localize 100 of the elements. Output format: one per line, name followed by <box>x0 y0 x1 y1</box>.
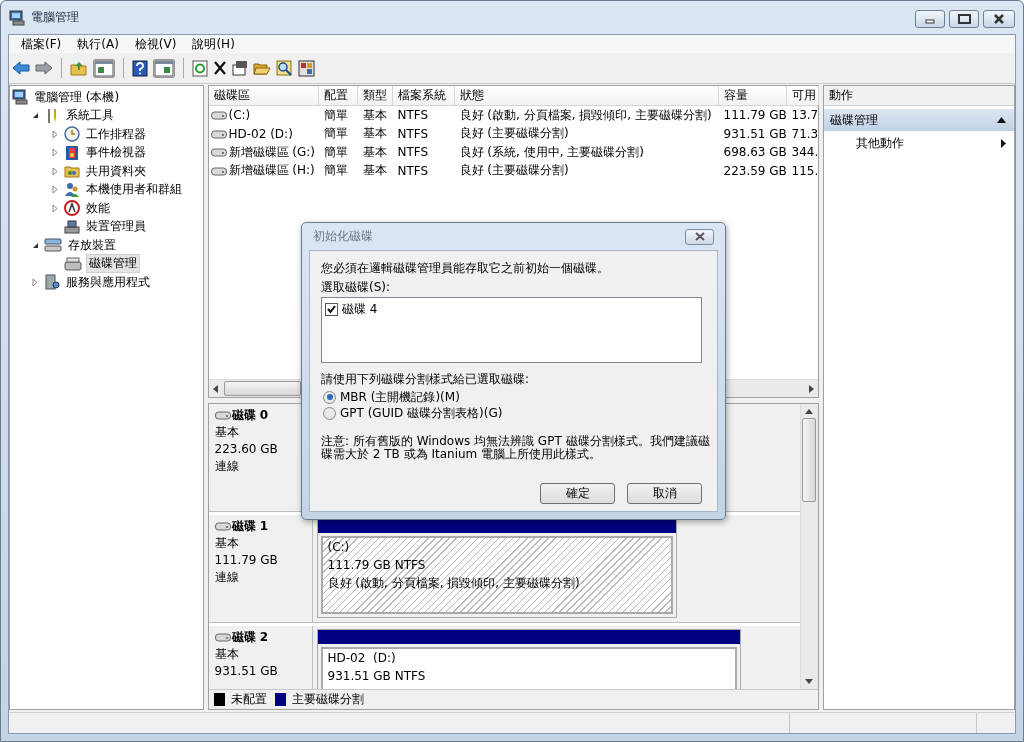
tree-item[interactable]: 共用資料夾 <box>84 162 148 180</box>
tree-item[interactable]: 電腦管理 (本機) <box>32 88 122 106</box>
table-cell-text: 良好 (啟動, 分頁檔案, 損毀傾印, 主要磁碟分割) <box>458 106 713 124</box>
table-cell-text: 良好 (主要磁碟分割) <box>458 125 570 143</box>
volume-name[interactable]: HD-02 (D:) <box>228 126 293 141</box>
ok-button[interactable]: 確定 <box>540 483 615 504</box>
list-item[interactable]: 磁碟 4 <box>342 301 378 318</box>
column-header[interactable]: 類型 <box>357 86 393 105</box>
cancel-button[interactable]: 取消 <box>627 483 702 504</box>
column-header[interactable]: 磁碟區 <box>208 86 319 105</box>
tree-item[interactable]: 效能 <box>84 199 112 217</box>
disk-name: 磁碟 2 <box>231 630 269 644</box>
close-icon <box>992 14 1006 24</box>
radio-button[interactable] <box>323 390 336 404</box>
collapsed-arrow-icon[interactable] <box>52 203 58 213</box>
search-icon[interactable] <box>276 59 293 77</box>
column-header[interactable]: 狀態 <box>454 86 719 105</box>
drive-icon <box>210 147 227 158</box>
collapsed-arrow-icon[interactable] <box>52 148 58 158</box>
drive-icon <box>214 632 231 642</box>
radio-label[interactable]: GPT (GUID 磁碟分割表格)(G) <box>340 404 503 422</box>
users-icon <box>64 181 80 198</box>
table-cell-text: 基本 <box>361 125 388 143</box>
settings-icon[interactable] <box>298 59 315 77</box>
scroll-thumb[interactable] <box>223 381 301 396</box>
tree-item[interactable]: 存放裝置 <box>66 236 118 254</box>
disk-size: 111.79 GB <box>214 553 279 567</box>
forward-icon[interactable] <box>35 59 53 77</box>
tree-item[interactable]: 裝置管理員 <box>84 218 148 236</box>
refresh-icon[interactable] <box>192 59 208 77</box>
disk-type: 基本 <box>214 425 240 439</box>
menu-item[interactable]: 檔案(F) <box>13 35 70 53</box>
column-header[interactable]: 容量 <box>718 86 787 105</box>
partition-status: 良好 (啟動, 分頁檔案, 損毀傾印, 主要磁碟分割) <box>327 576 581 590</box>
menu-item[interactable]: 檢視(V) <box>126 35 185 53</box>
folder-up-icon[interactable] <box>70 59 88 77</box>
volume-name[interactable]: 新增磁碟區 (H:) <box>228 162 315 180</box>
field-label: 選取磁碟(S): <box>321 279 392 296</box>
radio-button[interactable] <box>323 406 336 420</box>
scroll-up-icon <box>805 408 813 414</box>
collapsed-arrow-icon[interactable] <box>52 185 58 195</box>
scroll-thumb[interactable] <box>802 418 816 502</box>
partition-block[interactable]: (C:) 111.79 GB NTFS 良好 (啟動, 分頁檔案, 損毀傾印, 主要磁碟分割) <box>320 536 673 614</box>
action-item[interactable]: 其他動作 <box>823 131 1014 155</box>
menu-item[interactable]: 執行(A) <box>69 35 127 53</box>
gauge-icon <box>64 200 80 217</box>
computer-icon <box>9 9 25 26</box>
services-icon <box>44 274 60 291</box>
volume-name[interactable]: (C:) <box>228 108 251 123</box>
drive-icon <box>210 128 227 139</box>
table-cell-text: 基本 <box>361 143 388 161</box>
column-header[interactable]: 配置 <box>318 86 358 105</box>
back-icon[interactable] <box>12 59 30 77</box>
tree-item[interactable]: 事件檢視器 <box>84 144 148 162</box>
collapsed-arrow-icon[interactable] <box>52 166 58 176</box>
properties-icon[interactable] <box>232 59 248 77</box>
drive-icon <box>214 521 231 531</box>
table-cell-text: 115. <box>790 163 819 178</box>
checkbox[interactable] <box>325 303 338 316</box>
volume-name[interactable]: 新增磁碟區 (G:) <box>228 143 316 161</box>
expanded-arrow-icon[interactable] <box>31 112 39 120</box>
close-button[interactable] <box>983 10 1015 28</box>
submenu-arrow-icon <box>1001 138 1006 148</box>
tree-item[interactable]: 本機使用者和群組 <box>84 181 184 199</box>
radio-label[interactable]: MBR (主開機記錄)(M) <box>340 388 460 406</box>
tree-item[interactable]: 工作排程器 <box>84 125 148 143</box>
collapsed-arrow-icon[interactable] <box>52 129 58 139</box>
tree-item[interactable]: 系統工具 <box>64 107 116 125</box>
table-cell-text: 基本 <box>361 106 388 124</box>
partition-block[interactable]: HD-02 (D:) 931.51 GB NTFS <box>320 647 737 689</box>
storage-icon <box>44 237 62 254</box>
partition-size: 111.79 GB NTFS <box>327 558 427 572</box>
help-icon[interactable] <box>132 59 148 77</box>
pane-toggle-icon[interactable] <box>93 58 115 78</box>
collapsed-arrow-icon[interactable] <box>32 277 38 287</box>
action-section-header[interactable]: 磁碟管理 <box>823 109 1014 131</box>
minimize-button[interactable] <box>915 10 945 28</box>
table-cell-text: 基本 <box>361 162 388 180</box>
window-title: 電腦管理 <box>31 9 79 26</box>
table-cell-text: NTFS <box>396 145 430 160</box>
expanded-arrow-icon[interactable] <box>31 241 39 249</box>
tree-item[interactable]: 服務與應用程式 <box>64 273 152 291</box>
disk-name: 磁碟 1 <box>231 519 269 533</box>
disk-status: 連線 <box>214 570 240 584</box>
table-cell-text: 簡單 <box>322 125 349 143</box>
tree-item[interactable]: 磁碟管理 <box>86 254 140 274</box>
column-header[interactable]: 可用 <box>786 86 819 105</box>
scroll-left-icon <box>211 384 220 393</box>
close-button[interactable] <box>685 228 714 245</box>
delete-icon[interactable] <box>213 59 227 77</box>
pane-toggle-icon[interactable] <box>153 58 175 78</box>
table-cell-text: NTFS <box>396 126 430 141</box>
legend-label: 未配置 <box>230 691 267 708</box>
maximize-button[interactable] <box>949 10 979 28</box>
legend-label: 主要磁碟分割 <box>291 691 364 708</box>
table-cell-text: 簡單 <box>322 162 349 180</box>
close-icon <box>694 232 705 241</box>
menu-item[interactable]: 說明(H) <box>184 35 243 53</box>
column-header[interactable]: 檔案系統 <box>392 86 455 105</box>
maximize-icon <box>957 14 971 24</box>
